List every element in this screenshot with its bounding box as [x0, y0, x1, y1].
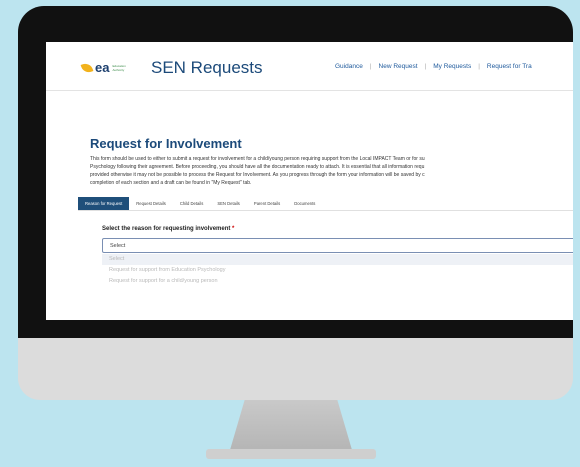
header-bar: ea Education Authority SEN Requests Guid… [46, 42, 573, 91]
nav-request-for-transfer[interactable]: Request for Tra [480, 63, 539, 70]
screen: ea Education Authority SEN Requests Guid… [46, 42, 573, 320]
monitor-chin [18, 338, 573, 400]
reason-options-list: Select Request for support from Educatio… [102, 254, 573, 287]
tab-request-details[interactable]: Request Details [129, 197, 173, 210]
option-select[interactable]: Select [102, 254, 573, 265]
nav-new-request[interactable]: New Request [372, 63, 425, 70]
monitor-base [206, 449, 376, 459]
form-tabs: Reason for Request Request Details Child… [78, 197, 573, 211]
logo-org: Education Authority [112, 63, 126, 72]
tab-documents[interactable]: Documents [287, 197, 322, 210]
monitor-stand [230, 400, 352, 450]
nav-my-requests[interactable]: My Requests [426, 63, 478, 70]
page-title: Request for Involvement [90, 136, 242, 151]
option-education-psychology[interactable]: Request for support from Education Psych… [102, 265, 573, 276]
main-nav: Guidance | New Request | My Requests | Requ… [328, 63, 539, 70]
tab-child-details[interactable]: Child Details [173, 197, 211, 210]
logo-text: ea [95, 60, 110, 75]
tab-parent-details[interactable]: Parent Details [247, 197, 287, 210]
tab-sen-details[interactable]: SEN Details [210, 197, 247, 210]
reason-label-text: Select the reason for requesting involve… [102, 226, 231, 232]
reason-select[interactable]: Select [102, 238, 573, 253]
leaf-icon [80, 61, 94, 74]
app-title: SEN Requests [151, 58, 263, 77]
required-marker: * [232, 226, 235, 232]
reason-label: Select the reason for requesting involve… [102, 226, 234, 232]
ea-logo[interactable]: ea Education Authority [80, 60, 132, 75]
option-child-support[interactable]: Request for support for a child/young pe… [102, 276, 573, 287]
nav-guidance[interactable]: Guidance [328, 63, 370, 70]
tab-reason-for-request[interactable]: Reason for Request [78, 197, 130, 210]
intro-text: This form should be used to either to su… [90, 156, 425, 186]
